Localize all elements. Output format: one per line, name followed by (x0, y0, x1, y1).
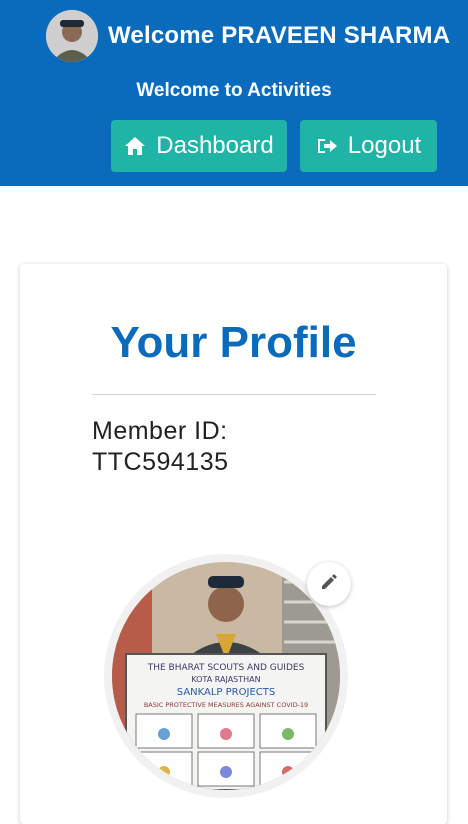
poster-line-4: BASIC PROTECTIVE MEASURES AGAINST COVID-… (144, 701, 308, 709)
member-id-label: Member ID: (92, 417, 228, 445)
app-header: Welcome PRAVEEN SHARMA Welcome to Activi… (0, 0, 468, 186)
profile-photo: THE BHARAT SCOUTS AND GUIDES KOTA RAJAST… (112, 562, 340, 790)
divider (92, 394, 376, 395)
profile-card: Your Profile Member ID: TTC594135 THE BH… (20, 264, 447, 824)
edit-photo-button[interactable] (307, 562, 351, 606)
dashboard-button[interactable]: Dashboard (111, 120, 287, 172)
member-id: Member ID: TTC594135 (92, 416, 352, 478)
pencil-icon (320, 573, 338, 596)
poster-line-3: SANKALP PROJECTS (177, 687, 275, 698)
poster-line-2: KOTA RAJASTHAN (191, 675, 260, 684)
welcome-subtitle: Welcome to Activities (136, 80, 332, 101)
member-id-value: TTC594135 (92, 448, 229, 476)
sign-out-icon (316, 136, 338, 156)
logout-label: Logout (347, 132, 422, 159)
welcome-name: Welcome PRAVEEN SHARMA (108, 22, 451, 49)
logout-button[interactable]: Logout (300, 120, 437, 172)
home-icon (124, 136, 146, 156)
avatar[interactable] (46, 10, 98, 62)
page-title: Your Profile (110, 318, 357, 367)
poster-line-1: THE BHARAT SCOUTS AND GUIDES (147, 663, 305, 673)
dashboard-label: Dashboard (156, 132, 274, 159)
